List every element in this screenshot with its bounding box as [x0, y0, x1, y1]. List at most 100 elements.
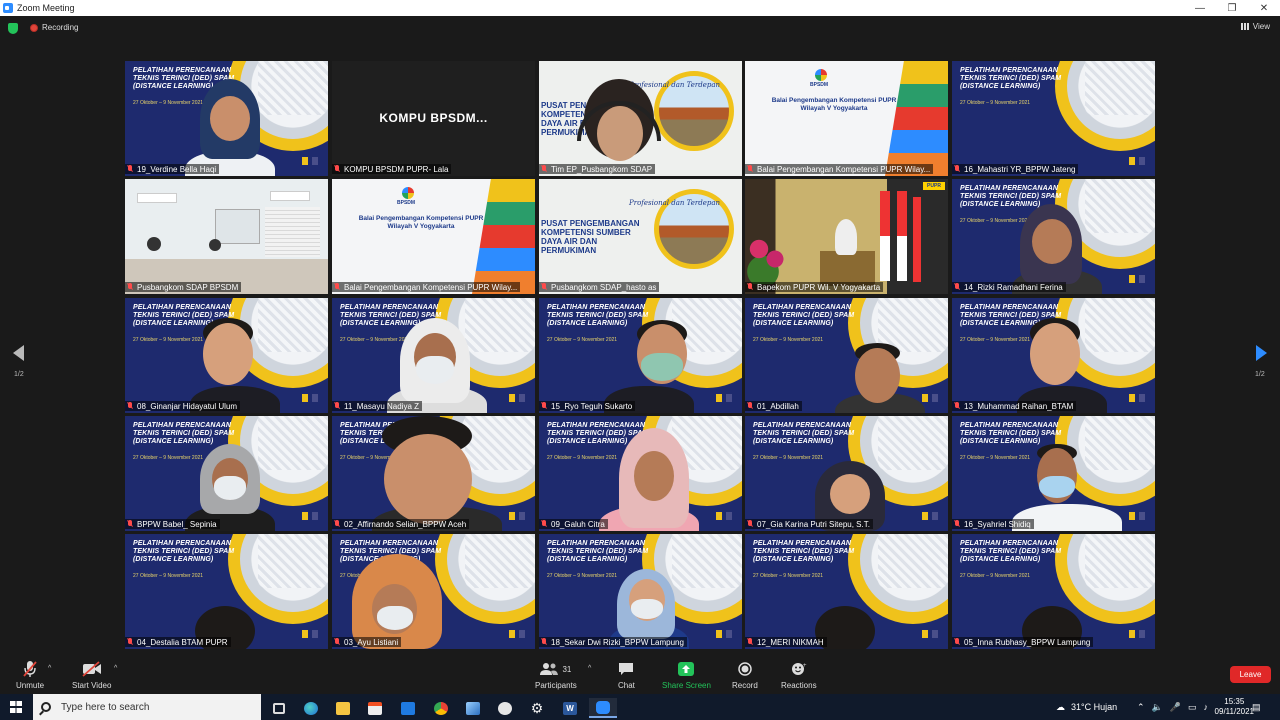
flag: [880, 191, 890, 281]
windows-taskbar: Type here to search ⚙ W ☁ 31°C Hujan ⌃ 🔈…: [0, 694, 1280, 720]
view-label: View: [1252, 22, 1270, 31]
muted-mic-icon: [541, 520, 547, 528]
microphone-icon[interactable]: 🎤: [1170, 702, 1181, 713]
bpsdm-logo-icon: [312, 512, 318, 520]
participant-tile[interactable]: Pelatihan Perencanaan Teknis Terinci (DE…: [952, 61, 1155, 176]
participant-tile[interactable]: Profesional dan TerdepanPUSAT PENGEMBANG…: [539, 179, 742, 294]
word-icon[interactable]: W: [556, 698, 584, 718]
settings-gear-icon[interactable]: ⚙: [523, 698, 551, 718]
record-button[interactable]: Record: [732, 659, 758, 690]
leave-button[interactable]: Leave: [1230, 666, 1271, 683]
participant-tile[interactable]: Pelatihan Perencanaan Teknis Terinci (DE…: [952, 179, 1155, 294]
app-icon-blue[interactable]: [459, 698, 487, 718]
bpsdm-logo-icon: [1139, 157, 1145, 165]
participants-options-caret-icon[interactable]: ^: [588, 665, 591, 672]
taskbar-search-input[interactable]: Type here to search: [33, 694, 261, 720]
muted-mic-icon: [334, 283, 340, 291]
participant-tile[interactable]: Pelatihan Perencanaan Teknis Terinci (DE…: [539, 416, 742, 531]
chrome-icon[interactable]: [427, 698, 455, 718]
video-options-caret-icon[interactable]: ^: [114, 665, 117, 672]
zoom-taskbar-icon[interactable]: [589, 698, 617, 718]
chat-button[interactable]: Chat: [618, 659, 635, 690]
room-person: [209, 239, 221, 251]
minimize-button[interactable]: —: [1184, 0, 1216, 16]
participant-tile[interactable]: Pelatihan Perencanaan Teknis Terinci (DE…: [125, 534, 328, 649]
participant-name: 09_Galuh Citra: [551, 519, 605, 529]
participant-tile[interactable]: Pelatihan Perencanaan Teknis Terinci (DE…: [952, 416, 1155, 531]
muted-mic-icon: [747, 165, 753, 173]
participants-icon-group: 31: [540, 659, 571, 679]
maximize-button[interactable]: ❐: [1216, 0, 1248, 16]
participant-tile[interactable]: Pelatihan Perencanaan Teknis Terinci (DE…: [125, 61, 328, 176]
unmute-button[interactable]: Unmute: [16, 659, 44, 690]
file-explorer-icon[interactable]: [329, 698, 357, 718]
participant-tile[interactable]: Pelatihan Perencanaan Teknis Terinci (DE…: [745, 534, 948, 649]
participant-tile[interactable]: Profesional dan TerdepanPUSAT PENGEMBANG…: [539, 61, 742, 176]
muted-mic-icon: [954, 283, 960, 291]
participant-tile[interactable]: PUPR Bapekom PUPR Wil. V Yogyakarta: [745, 179, 948, 294]
participant-face: [203, 323, 253, 385]
participant-tile[interactable]: BPSDM Balai Pengembangan Kompetensi PUPR …: [745, 61, 948, 176]
participant-nameplate: 15_Ryo Teguh Sukarto: [539, 401, 636, 411]
participant-nameplate: 09_Galuh Citra: [539, 519, 608, 529]
volume-icon[interactable]: 🔈: [1152, 702, 1163, 713]
share-screen-button[interactable]: Share Screen: [662, 659, 711, 690]
participant-tile[interactable]: Pelatihan Perencanaan Teknis Terinci (DE…: [745, 416, 948, 531]
record-icon: [738, 659, 752, 679]
weather-widget[interactable]: ☁ 31°C Hujan: [1056, 694, 1117, 720]
face-mask: [214, 476, 246, 500]
notification-icon[interactable]: ▤: [1252, 694, 1261, 720]
task-view-icon[interactable]: [265, 698, 293, 718]
participant-tile[interactable]: Pelatihan Perencanaan Teknis Terinci (DE…: [539, 298, 742, 413]
previous-page-arrow-icon[interactable]: [13, 345, 24, 361]
share-screen-icon: [678, 659, 695, 679]
participant-face: [1030, 323, 1080, 385]
encryption-shield-icon[interactable]: [8, 23, 18, 34]
video-gallery: Pelatihan Perencanaan Teknis Terinci (DE…: [125, 61, 1155, 649]
participant-tile[interactable]: BPSDM Balai Pengembangan Kompetensi PUPR …: [332, 179, 535, 294]
store-icon[interactable]: [361, 698, 389, 718]
pu-logo-icon: [1129, 275, 1135, 283]
participant-tile[interactable]: Pelatihan Perencanaan Teknis Terinci (DE…: [332, 534, 535, 649]
participant-tile[interactable]: Pelatihan Perencanaan Teknis Terinci (DE…: [332, 298, 535, 413]
bpsdm-logo-label: BPSDM: [810, 82, 829, 88]
edge-browser-icon[interactable]: [297, 698, 325, 718]
muted-mic-icon: [541, 402, 547, 410]
svg-text:+: +: [803, 663, 807, 669]
muted-mic-icon: [747, 402, 753, 410]
participant-nameplate: 11_Masayu Nadiya Z: [332, 401, 422, 411]
speaker-icon[interactable]: ♪: [1204, 702, 1209, 712]
participant-tile[interactable]: Pusbangkom SDAP BPSDM: [125, 179, 328, 294]
bpsdm-logo-icon: [726, 512, 732, 520]
windows-start-icon[interactable]: [10, 701, 22, 713]
participant-tile[interactable]: Pelatihan Perencanaan Teknis Terinci (DE…: [539, 534, 742, 649]
view-button[interactable]: View: [1240, 22, 1270, 31]
pusat-tagline: Profesional dan Terdepan: [629, 199, 720, 207]
bpsdm-logo-icon: [815, 69, 827, 81]
participants-icon: [540, 663, 559, 675]
participant-name: Balai Pengembangan Kompetensi PUPR Wilay…: [757, 164, 931, 174]
start-video-button[interactable]: Start Video: [72, 659, 111, 690]
participant-tile[interactable]: Pelatihan Perencanaan Teknis Terinci (DE…: [125, 416, 328, 531]
unmute-label: Unmute: [16, 681, 45, 690]
audio-options-caret-icon[interactable]: ^: [48, 665, 51, 672]
recording-indicator[interactable]: Recording: [30, 23, 78, 32]
close-window-button[interactable]: ✕: [1248, 0, 1280, 16]
mail-icon[interactable]: [394, 698, 422, 718]
participant-tile[interactable]: Pelatihan Perencanaan Teknis Terinci (DE…: [125, 298, 328, 413]
next-page-arrow-icon[interactable]: [1256, 345, 1267, 361]
participants-button[interactable]: 31 Participants: [535, 659, 577, 690]
app-icon-white[interactable]: [491, 698, 519, 718]
flowers: [747, 234, 787, 284]
taskbar-clock[interactable]: 15:35 09/11/2021: [1215, 697, 1254, 717]
participant-tile[interactable]: Pelatihan Perencanaan Teknis Terinci (DE…: [952, 298, 1155, 413]
banner-title: Pelatihan Perencanaan Teknis Terinci (DE…: [753, 540, 855, 563]
participant-tile[interactable]: Pelatihan Perencanaan Teknis Terinci (DE…: [745, 298, 948, 413]
participant-tile[interactable]: Pelatihan Perencanaan Teknis Terinci (DE…: [952, 534, 1155, 649]
network-icon[interactable]: ▭: [1188, 702, 1197, 713]
tray-chevron-icon[interactable]: ⌃: [1137, 702, 1145, 713]
participant-nameplate: 08_Ginanjar Hidayatul Ulum: [125, 401, 241, 411]
reactions-button[interactable]: + Reactions: [781, 659, 817, 690]
participant-tile[interactable]: KOMPU BPSDM... KOMPU BPSDM PUPR- Lala: [332, 61, 535, 176]
participant-tile[interactable]: Pelatihan Perencanaan Teknis Terinci (DE…: [332, 416, 535, 531]
